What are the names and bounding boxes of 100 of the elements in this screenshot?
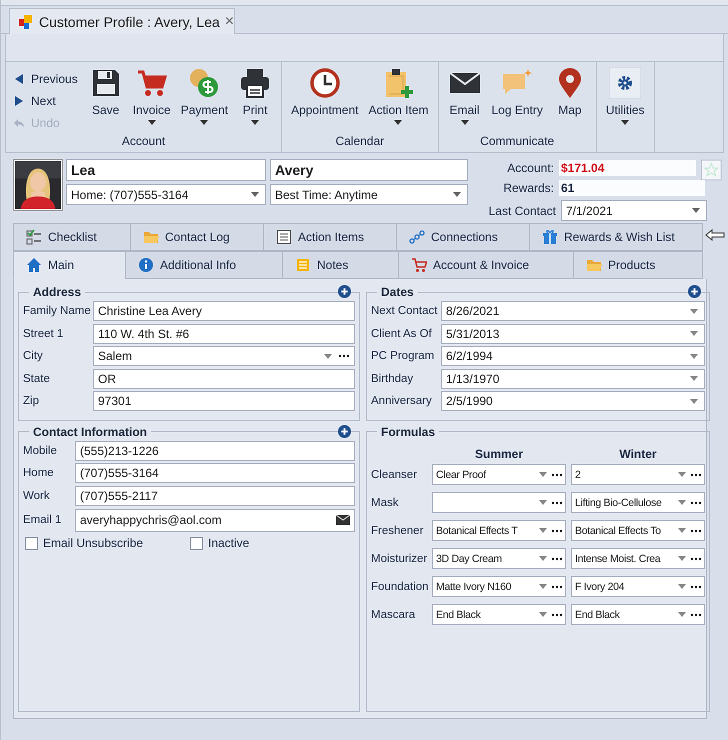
text-field[interactable]: (707)555-3164 [75,463,355,483]
close-button[interactable]: × [224,12,234,30]
caret-icon [690,308,698,314]
ellipsis-icon[interactable] [551,528,563,532]
ellipsis-icon[interactable] [338,354,350,358]
ellipsis-icon[interactable] [551,500,563,504]
section-title: Address [32,285,82,299]
add-icon[interactable] [688,285,701,298]
document-tab[interactable]: Customer Profile : Avery, Lea × [9,8,235,34]
combo-box[interactable]: Botanical Effects T [432,520,566,541]
caret-icon [148,120,156,125]
ribbon-button[interactable]: Save [84,67,128,117]
combo-box[interactable]: End Black [571,604,705,625]
combo-box[interactable]: Intense Moist. Crea [571,548,705,569]
ribbon-button[interactable]: Print [233,67,278,125]
ellipsis-icon[interactable] [690,500,702,504]
combo-box[interactable]: Lifting Bio-Cellulose [571,492,705,513]
tab[interactable]: Main [13,251,126,279]
caret-icon [539,556,547,561]
document-title: Customer Profile : Avery, Lea [39,14,220,30]
caret-icon [539,472,547,477]
combo-box[interactable]: Botanical Effects To [571,520,705,541]
arrow-icon[interactable] [705,229,725,241]
ribbon-button[interactable]: Email [442,67,486,125]
envelope-icon[interactable] [336,515,350,525]
last-contact-label: Last Contact [488,204,556,218]
tab[interactable]: Products [573,251,703,279]
ellipsis-icon[interactable] [551,472,563,476]
date-picker[interactable]: 8/26/2021 [441,301,705,321]
ribbon-button[interactable]: Payment [176,67,234,125]
rewards-value: 61 [559,180,705,196]
caret-icon [678,500,686,505]
field-label: Zip [23,395,40,407]
tab[interactable]: Action Items [263,223,397,251]
first-name-field[interactable]: Lea [66,159,266,181]
caret-icon [690,376,698,381]
caret-icon [621,120,630,125]
nav-button[interactable]: Next [14,91,78,111]
text-field[interactable]: OR [93,368,355,388]
add-icon[interactable] [338,424,351,438]
rewards-label: Rewards: [502,180,554,194]
tab[interactable]: Checklist [13,223,131,251]
ellipsis-icon[interactable] [690,612,702,616]
caret-icon [324,354,332,358]
caret-icon [460,120,468,125]
tab[interactable]: Additional Info [125,251,283,279]
ellipsis-icon[interactable] [551,556,563,560]
nav-button[interactable]: Previous [14,69,78,89]
ellipsis-icon[interactable] [551,584,563,588]
tab[interactable]: Notes [282,251,399,279]
field-label: Street 1 [23,328,64,340]
folder-icon [143,229,159,245]
email-field[interactable]: averyhappychris@aol.com [75,508,355,532]
tab[interactable]: Connections [396,223,530,251]
gift-icon [542,229,558,245]
phone-combo-box[interactable]: Home: (707)555-3164 [66,184,266,205]
combo-box[interactable]: End Black [432,604,566,625]
ellipsis-icon[interactable] [690,584,702,588]
ribbon-button[interactable]: Log Entry [486,67,548,117]
text-field[interactable]: Christine Lea Avery [93,301,355,321]
forward-triangle-icon [14,96,24,106]
ribbon-button[interactable]: Appointment [286,67,364,117]
best-time-combo-box[interactable]: Best Time: Anytime [270,184,468,205]
notes-icon [295,257,311,273]
date-picker[interactable]: 2/5/1990 [441,391,705,411]
caret-icon [678,528,686,533]
account-balance: $171.04 [559,160,696,176]
date-picker[interactable]: 1/13/1970 [441,368,705,388]
ellipsis-icon[interactable] [551,612,563,616]
checkbox[interactable]: Email Unsubscribe [25,536,190,550]
tab[interactable]: Account & Invoice [398,251,574,279]
combo-box[interactable]: Matte Ivory N160 [432,576,566,597]
date-picker[interactable]: 7/1/2021 [561,200,707,221]
add-icon[interactable] [338,285,351,298]
date-picker[interactable]: 5/31/2013 [441,324,705,344]
home-icon [26,257,42,273]
text-field[interactable]: (555)213-1226 [75,440,355,460]
caret-icon [539,500,547,505]
ellipsis-icon[interactable] [690,556,702,560]
tab[interactable]: Contact Log [130,223,264,251]
text-field[interactable]: 110 W. 4th St. #6 [93,324,355,344]
ribbon-button[interactable]: Map [548,67,592,117]
tab[interactable]: Rewards & Wish List [529,223,703,251]
combo-box[interactable]: F Ivory 204 [571,576,705,597]
date-picker[interactable]: 6/2/1994 [441,346,705,366]
combo-box[interactable]: Clear Proof [432,464,566,485]
ellipsis-icon[interactable] [690,528,702,532]
checkbox[interactable]: Inactive [190,536,355,550]
last-name-field[interactable]: Avery [270,159,468,181]
ribbon-button[interactable]: Invoice [128,67,176,125]
ribbon-button[interactable]: Utilities [600,67,650,125]
ribbon-button[interactable]: Action Item [363,67,434,125]
text-field[interactable]: (707)555-2117 [75,486,355,506]
combo-box[interactable]: Salem [93,346,355,366]
ellipsis-icon[interactable] [690,472,702,476]
combo-box[interactable]: 2 [571,464,705,485]
combo-box[interactable]: 3D Day Cream [432,548,566,569]
list-icon [276,229,292,245]
text-field[interactable]: 97301 [93,391,355,411]
caret-icon [251,192,259,197]
